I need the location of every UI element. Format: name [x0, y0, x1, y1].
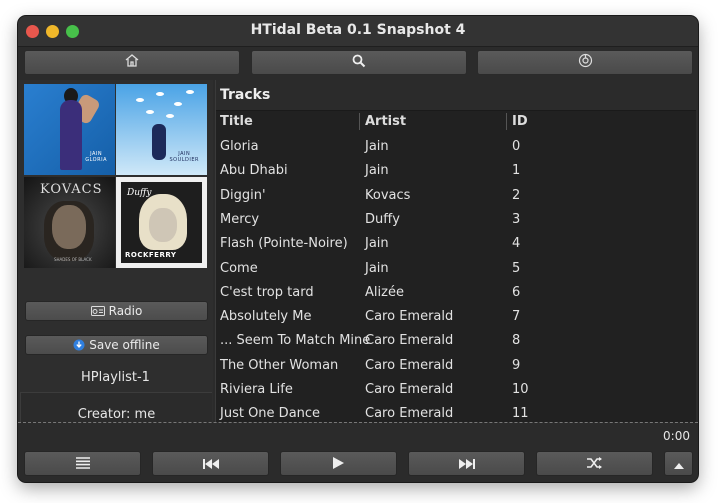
album-art-gloria[interactable]: JAIN GLORIA: [24, 84, 115, 175]
app-window: HTidal Beta 0.1 Snapshot 4 JAIN GLORIA J…: [18, 16, 698, 482]
album-art-caption: JAIN GLORIA: [85, 151, 107, 163]
track-id: 8: [512, 333, 521, 349]
track-row[interactable]: C'est trop tard Alizée 6: [216, 282, 696, 306]
download-icon: [73, 339, 85, 351]
track-artist: Jain: [365, 139, 389, 154]
player-bar: 0:00: [18, 422, 698, 482]
track-artist: Duffy: [365, 211, 400, 227]
track-title: C'est trop tard: [220, 284, 314, 300]
album-art-caption: ROCKFERRY: [125, 251, 177, 259]
save-offline-label: Save offline: [89, 338, 160, 352]
track-row[interactable]: ... Seem To Match Mine Caro Emerald 8: [216, 330, 696, 354]
playback-time: 0:00: [663, 429, 690, 443]
track-title: Abu Dhabi: [220, 163, 288, 179]
play-icon: [333, 454, 344, 473]
track-title: Come: [220, 260, 258, 276]
track-id: 7: [512, 309, 521, 325]
expand-up-button[interactable]: [664, 451, 693, 476]
home-button[interactable]: [24, 50, 240, 75]
settings-button[interactable]: [477, 50, 693, 75]
radio-icon: [90, 306, 105, 316]
queue-icon: [75, 454, 90, 473]
album-art-rockferry[interactable]: Duffy ROCKFERRY: [116, 177, 207, 268]
track-id: 2: [512, 187, 521, 203]
track-id: 10: [512, 382, 529, 397]
track-id: 1: [512, 163, 521, 179]
progress-bar[interactable]: [18, 422, 698, 423]
next-button[interactable]: [408, 451, 525, 476]
save-offline-button[interactable]: Save offline: [25, 335, 208, 355]
queue-button[interactable]: [24, 451, 141, 476]
album-art-signature: Duffy: [127, 188, 152, 198]
column-header-artist[interactable]: Artist: [365, 114, 406, 129]
expand-up-icon: [673, 454, 684, 473]
track-title: Absolutely Me: [220, 309, 312, 325]
track-title: ... Seem To Match Mine: [220, 333, 371, 349]
track-row[interactable]: Diggin' Kovacs 2: [216, 185, 696, 209]
track-title: The Other Woman: [220, 357, 339, 373]
track-title: Just One Dance: [220, 406, 321, 422]
tracks-header: Tracks: [216, 80, 696, 111]
track-id: 6: [512, 284, 521, 300]
play-button[interactable]: [280, 451, 397, 476]
track-artist: Kovacs: [365, 187, 411, 203]
title-bar: HTidal Beta 0.1 Snapshot 4: [18, 16, 698, 47]
track-id: 5: [512, 260, 521, 276]
album-art-souldier[interactable]: JAIN SOULDIER: [116, 84, 207, 175]
track-row[interactable]: Mercy Duffy 3: [216, 209, 696, 233]
column-header-title[interactable]: Title: [220, 114, 253, 129]
shuffle-icon: [586, 454, 603, 473]
shuffle-button[interactable]: [536, 451, 653, 476]
previous-button[interactable]: [152, 451, 269, 476]
track-title: Gloria: [220, 139, 259, 154]
playlist-name: HPlaylist-1: [81, 370, 150, 385]
track-title: Riviera Life: [220, 382, 293, 397]
track-artist: Jain: [365, 163, 389, 179]
next-icon: [458, 454, 475, 473]
radio-button[interactable]: Radio: [25, 301, 208, 321]
track-artist: Caro Emerald: [365, 382, 454, 397]
track-id: 4: [512, 236, 521, 252]
tracks-panel: Tracks Title Artist ID Gloria Jain 0 Abu Dh…: [215, 80, 696, 422]
previous-icon: [202, 454, 219, 473]
home-icon: [124, 53, 140, 72]
album-art-kovacs[interactable]: KOVACS SHADES OF BLACK: [24, 177, 115, 268]
search-icon: [352, 53, 366, 72]
album-art-caption: KOVACS: [40, 182, 103, 197]
track-row[interactable]: The Other Woman Caro Emerald 9: [216, 355, 696, 379]
column-separator[interactable]: [506, 113, 507, 130]
track-row[interactable]: Absolutely Me Caro Emerald 7: [216, 306, 696, 330]
album-art-subtitle: SHADES OF BLACK: [54, 257, 92, 262]
track-title: Mercy: [220, 211, 260, 227]
radio-label: Radio: [108, 304, 143, 318]
track-artist: Caro Emerald: [365, 406, 454, 422]
track-row[interactable]: Abu Dhabi Jain 1: [216, 160, 696, 184]
track-title: Diggin': [220, 187, 266, 203]
track-artist: Jain: [365, 260, 389, 276]
search-button[interactable]: [251, 50, 467, 75]
track-artist: Caro Emerald: [365, 357, 454, 373]
track-artist: Caro Emerald: [365, 309, 454, 325]
tracks-heading: Tracks: [220, 87, 271, 103]
playlist-sidebar: JAIN GLORIA JAIN SOULDIER KOVACS SHADES …: [18, 80, 213, 437]
settings-icon: [578, 53, 593, 72]
window-title: HTidal Beta 0.1 Snapshot 4: [250, 22, 466, 38]
track-row[interactable]: Riviera Life Caro Emerald 10: [216, 379, 696, 403]
track-id: 0: [512, 139, 521, 154]
track-row[interactable]: Gloria Jain 0: [216, 136, 696, 160]
playlist-creator: Creator: me: [77, 407, 156, 422]
track-title: Flash (Pointe-Noire): [220, 236, 348, 252]
track-row[interactable]: Flash (Pointe-Noire) Jain 4: [216, 233, 696, 257]
track-row[interactable]: Come Jain 5: [216, 258, 696, 282]
track-artist: Alizée: [365, 284, 404, 300]
column-header-id[interactable]: ID: [512, 114, 528, 129]
column-separator[interactable]: [359, 113, 360, 130]
track-id: 9: [512, 357, 521, 373]
album-art-caption: JAIN SOULDIER: [169, 151, 199, 163]
track-id: 11: [512, 406, 529, 422]
track-artist: Jain: [365, 236, 389, 252]
track-id: 3: [512, 211, 521, 227]
track-artist: Caro Emerald: [365, 333, 454, 349]
